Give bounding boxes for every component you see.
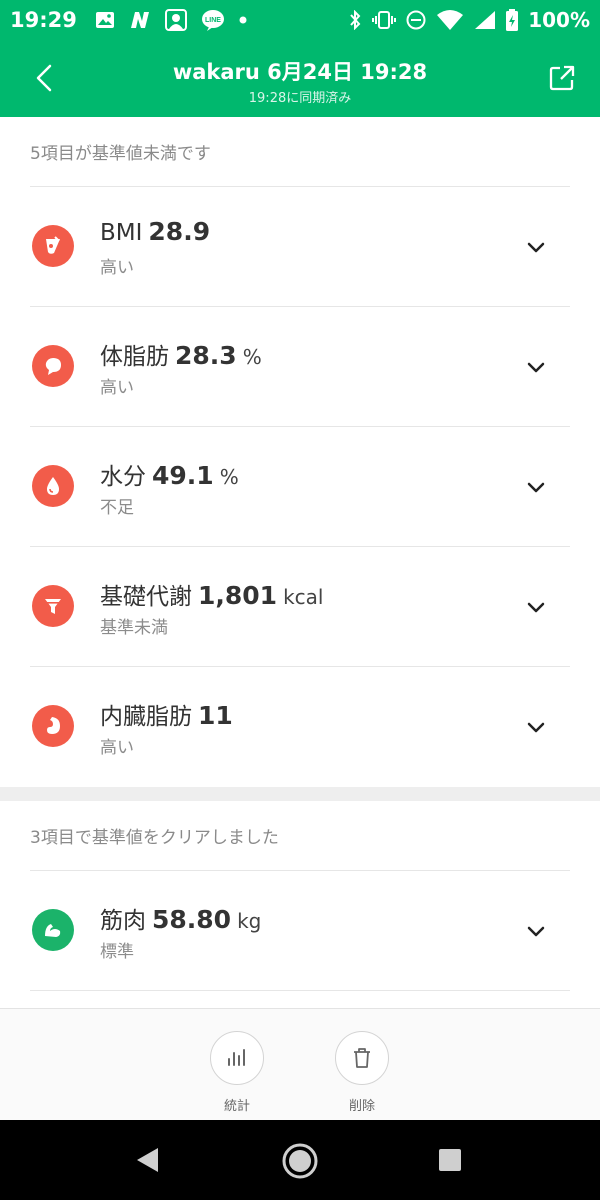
delete-button[interactable]: 削除 bbox=[334, 1031, 390, 1114]
delete-button-circle[interactable] bbox=[335, 1031, 389, 1085]
metric-name: 体脂肪 bbox=[100, 344, 169, 370]
section-label-clear: 3項目で基準値をクリアしました bbox=[30, 801, 570, 871]
metric-row-muscle[interactable]: 筋肉 58.80 kg 標準 bbox=[30, 871, 570, 991]
metric-unit: kcal bbox=[283, 585, 324, 609]
metric-name: 内臓脂肪 bbox=[100, 704, 192, 730]
metric-unit: kg bbox=[237, 909, 262, 933]
metric-value: 58.80 bbox=[152, 905, 232, 934]
metric-name: 水分 bbox=[100, 464, 146, 490]
metric-value: 11 bbox=[198, 701, 233, 730]
metric-status: 標準 bbox=[100, 942, 134, 962]
signal-icon bbox=[474, 10, 496, 30]
status-bar: 19:29 LINE 100% bbox=[0, 0, 600, 40]
profile-app-icon bbox=[164, 9, 187, 31]
metric-status: 高い bbox=[100, 258, 134, 278]
metric-unit: % bbox=[219, 465, 239, 489]
water-drop-icon bbox=[32, 465, 74, 507]
metrics-content[interactable]: 5項目が基準値未満です BMI 28.9 高い 体脂肪 28.3 % 高い 水分 bbox=[0, 117, 600, 1008]
do-not-disturb-icon bbox=[406, 10, 426, 30]
metric-row-basal-metabolism[interactable]: 基礎代謝 1,801 kcal 基準未満 bbox=[30, 547, 570, 667]
muscle-icon bbox=[32, 909, 74, 951]
metric-row-water[interactable]: 水分 49.1 % 不足 bbox=[30, 427, 570, 547]
svg-text:LINE: LINE bbox=[205, 17, 221, 24]
bar-chart-icon bbox=[228, 1049, 245, 1066]
metric-status: 高い bbox=[100, 738, 134, 758]
metric-row-body-fat[interactable]: 体脂肪 28.3 % 高い bbox=[30, 307, 570, 427]
metric-status: 高い bbox=[100, 378, 134, 398]
sync-status: 19:28に同期済み bbox=[248, 91, 352, 106]
chevron-down-icon[interactable] bbox=[524, 715, 548, 739]
chevron-down-icon[interactable] bbox=[524, 235, 548, 259]
metric-value: 49.1 bbox=[152, 461, 214, 490]
status-time: 19:29 bbox=[10, 8, 77, 32]
nav-back-icon[interactable] bbox=[134, 1146, 162, 1174]
metric-status: 基準未満 bbox=[100, 618, 168, 638]
nav-recents-icon[interactable] bbox=[438, 1148, 462, 1172]
funnel-icon bbox=[32, 585, 74, 627]
metric-row-visceral-fat[interactable]: 内臓脂肪 11 高い bbox=[30, 667, 570, 787]
section-label-below: 5項目が基準値未満です bbox=[30, 117, 570, 187]
n-app-icon bbox=[129, 10, 151, 30]
metric-value: 28.9 bbox=[148, 217, 211, 246]
metric-name: 筋肉 bbox=[100, 908, 146, 934]
battery-percent: 100% bbox=[528, 8, 590, 32]
system-nav-bar bbox=[0, 1120, 600, 1200]
bmi-icon bbox=[32, 225, 74, 267]
metric-row-bmi[interactable]: BMI 28.9 高い bbox=[30, 187, 570, 307]
notification-icons: LINE bbox=[95, 9, 247, 31]
nav-home-icon[interactable] bbox=[281, 1142, 319, 1180]
trash-icon bbox=[354, 1048, 370, 1068]
page-title: wakaru 6月24日 19:28 bbox=[172, 60, 428, 84]
body-fat-icon bbox=[32, 345, 74, 387]
metric-value: 1,801 bbox=[198, 581, 278, 610]
line-app-icon: LINE bbox=[201, 9, 225, 31]
dot-icon bbox=[239, 16, 247, 24]
metric-value: 28.3 bbox=[175, 341, 237, 370]
metric-main: 基礎代謝 1,801 kcal bbox=[100, 577, 323, 611]
chevron-down-icon[interactable] bbox=[524, 919, 548, 943]
chevron-down-icon[interactable] bbox=[524, 355, 548, 379]
metric-unit: % bbox=[242, 345, 262, 369]
bluetooth-icon bbox=[348, 10, 362, 30]
battery-icon bbox=[506, 9, 519, 31]
metric-name: BMI bbox=[100, 220, 143, 246]
system-icons: 100% bbox=[348, 8, 590, 32]
metric-status: 不足 bbox=[100, 498, 134, 518]
metric-main: 水分 49.1 % bbox=[100, 457, 239, 491]
stats-button-circle[interactable] bbox=[210, 1031, 264, 1085]
vibrate-icon bbox=[372, 10, 397, 30]
metric-main: 筋肉 58.80 kg bbox=[100, 901, 261, 935]
bottom-action-bar: 統計 削除 bbox=[0, 1008, 600, 1120]
stats-label: 統計 bbox=[223, 1099, 250, 1114]
metric-main: 体脂肪 28.3 % bbox=[100, 337, 262, 371]
metric-main: 内臓脂肪 11 bbox=[100, 697, 233, 731]
section-divider bbox=[0, 787, 600, 801]
app-header: wakaru 6月24日 19:28 19:28に同期済み bbox=[0, 40, 600, 117]
metric-name: 基礎代謝 bbox=[100, 584, 192, 610]
share-icon bbox=[549, 65, 575, 91]
chevron-down-icon[interactable] bbox=[524, 595, 548, 619]
stomach-icon bbox=[32, 705, 74, 747]
stats-button[interactable]: 統計 bbox=[209, 1031, 265, 1114]
share-button[interactable] bbox=[546, 62, 578, 94]
metric-main: BMI 28.9 bbox=[100, 217, 210, 246]
chevron-down-icon[interactable] bbox=[524, 475, 548, 499]
image-icon bbox=[95, 11, 115, 29]
wifi-icon bbox=[436, 9, 464, 31]
delete-label: 削除 bbox=[348, 1099, 375, 1114]
